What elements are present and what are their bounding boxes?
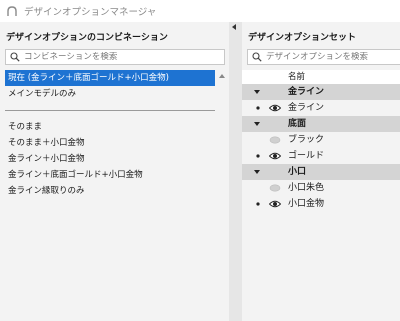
option-group-name: 小口: [288, 167, 307, 177]
eye-icon[interactable]: [269, 152, 281, 160]
combination-item[interactable]: そのまま: [5, 119, 228, 135]
combination-pane: デザインオプションのコンビネーション 現在 (金ライン＋底面ゴールド+小口金物)…: [0, 22, 229, 321]
option-group-name: 底面: [288, 119, 307, 129]
combination-item[interactable]: 金ライン＋底面ゴールド+小口金物: [5, 167, 228, 183]
combination-list-divider: [5, 110, 215, 111]
scroll-up-icon[interactable]: [219, 74, 225, 78]
option-name: 金ライン: [288, 103, 325, 113]
option-group-name: 金ライン: [288, 87, 325, 97]
option-name: 小口朱色: [288, 183, 325, 193]
combination-item-main-model[interactable]: メインモデルのみ: [5, 86, 228, 102]
option-search-input[interactable]: [266, 52, 400, 62]
option-row[interactable]: ゴールド: [242, 148, 400, 164]
option-name: 小口金物: [288, 199, 325, 209]
name-column-header[interactable]: 名前: [288, 70, 305, 84]
collapse-left-icon[interactable]: [232, 24, 236, 30]
radio-dot-icon[interactable]: [254, 200, 262, 208]
eye-hidden-icon[interactable]: [269, 136, 281, 144]
combination-item-current[interactable]: 現在 (金ライン＋底面ゴールド+小口金物): [5, 70, 215, 86]
window-title: デザインオプションマネージャ: [24, 7, 157, 18]
option-set-pane: デザインオプションセット 名前 金ライン 金ライン 底面: [242, 22, 400, 321]
bend-arc-icon: [6, 5, 18, 17]
option-search-box[interactable]: [247, 49, 400, 65]
eye-icon[interactable]: [269, 200, 281, 208]
option-row[interactable]: 小口朱色: [242, 180, 400, 196]
eye-hidden-icon[interactable]: [269, 184, 281, 192]
option-name: ゴールド: [288, 151, 325, 161]
option-row[interactable]: 金ライン: [242, 100, 400, 116]
option-group-row[interactable]: 小口: [242, 164, 400, 180]
option-group-row[interactable]: 底面: [242, 116, 400, 132]
option-tree-header: 名前: [242, 70, 400, 84]
title-bar: デザインオプションマネージャ: [0, 0, 400, 22]
caret-down-icon[interactable]: [254, 122, 260, 126]
option-set-pane-title: デザインオプションセット: [248, 33, 357, 43]
radio-dot-icon[interactable]: [254, 152, 262, 160]
option-row[interactable]: ブラック: [242, 132, 400, 148]
option-row[interactable]: 小口金物: [242, 196, 400, 212]
combination-pane-title: デザインオプションのコンビネーション: [6, 33, 168, 43]
combination-item[interactable]: そのまま＋小口金物: [5, 135, 228, 151]
radio-dot-icon[interactable]: [254, 104, 262, 112]
combination-list: 現在 (金ライン＋底面ゴールド+小口金物) メインモデルのみ そのまま そのまま…: [5, 70, 228, 320]
search-icon: [252, 52, 262, 62]
combination-item[interactable]: 金ライン縁取りのみ: [5, 183, 228, 199]
option-group-row[interactable]: 金ライン: [242, 84, 400, 100]
pane-splitter[interactable]: [229, 22, 242, 321]
option-name: ブラック: [288, 135, 325, 145]
combination-search-input[interactable]: [24, 52, 224, 62]
search-icon: [10, 52, 20, 62]
caret-down-icon[interactable]: [254, 90, 260, 94]
eye-icon[interactable]: [269, 104, 281, 112]
option-tree: 名前 金ライン 金ライン 底面 ブラック ゴールド 小口 小口朱色 小口金物: [242, 70, 400, 212]
combination-search-box[interactable]: [5, 49, 225, 65]
combination-item[interactable]: 金ライン＋小口金物: [5, 151, 228, 167]
caret-down-icon[interactable]: [254, 170, 260, 174]
combination-list-scrollbar[interactable]: [217, 70, 227, 320]
